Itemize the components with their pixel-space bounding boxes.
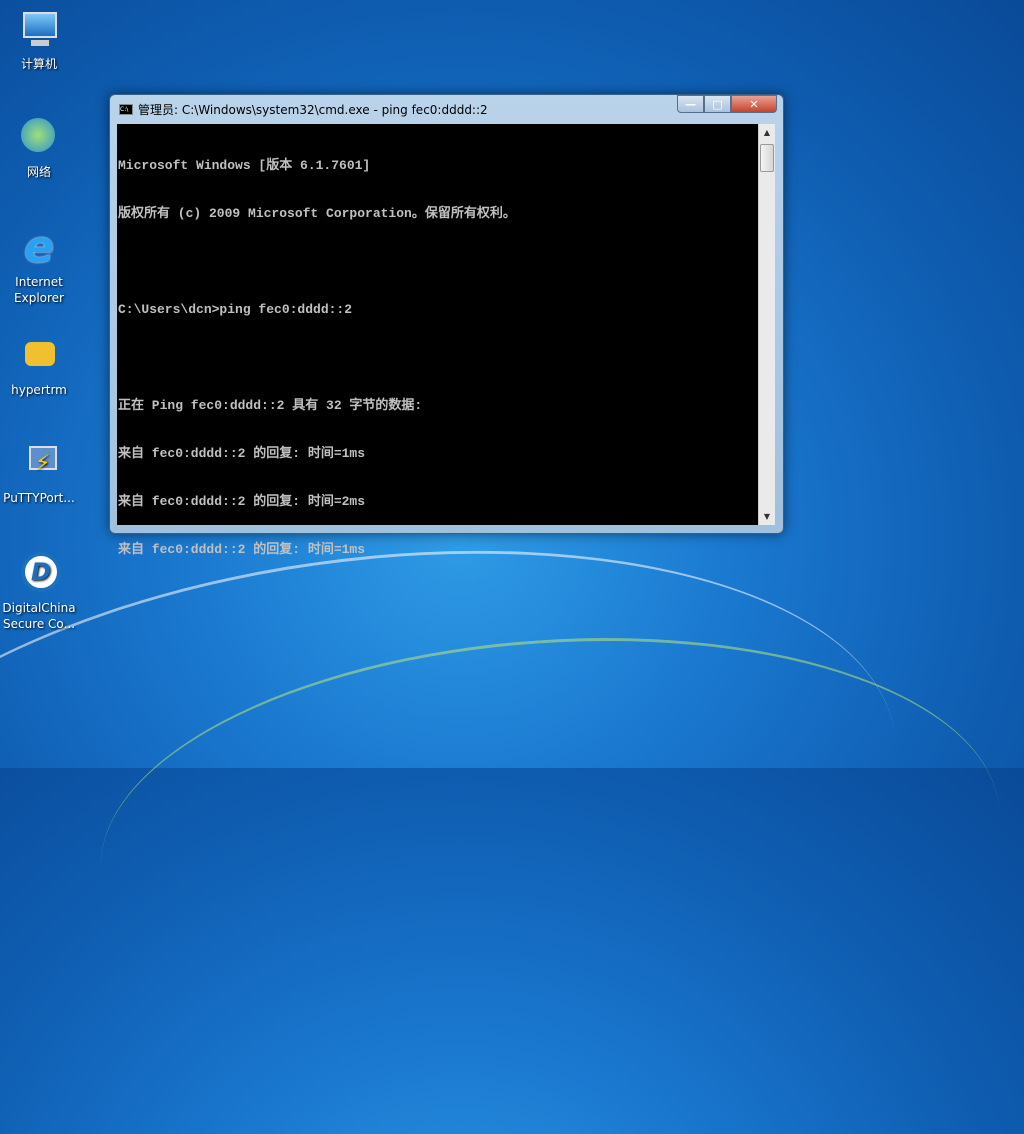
- icon-label: 网络: [26, 165, 51, 179]
- scroll-up-button[interactable]: ▲: [759, 124, 775, 141]
- desktop-icon-network[interactable]: 网络: [2, 116, 76, 180]
- icon-label: DigitalChina Secure Co...: [2, 601, 76, 631]
- internet-explorer-icon: e: [24, 222, 54, 273]
- scroll-thumb[interactable]: [760, 144, 774, 172]
- console-line: 版权所有 (c) 2009 Microsoft Corporation。保留所有…: [118, 206, 516, 221]
- desktop-icon-digitalchina[interactable]: D DigitalChina Secure Co...: [2, 552, 76, 632]
- icon-label: PuTTYPort...: [3, 491, 75, 505]
- console-line: Microsoft Windows [版本 6.1.7601]: [118, 158, 371, 173]
- desktop-icon-computer[interactable]: 计算机: [2, 8, 76, 72]
- console-line: 来自 fec0:dddd::2 的回复: 时间=1ms: [118, 446, 366, 461]
- icon-label: Internet Explorer: [14, 275, 64, 305]
- network-globe-icon: [17, 116, 61, 160]
- computer-icon: [17, 8, 61, 52]
- putty-icon: ⚡: [17, 442, 61, 486]
- vertical-scrollbar[interactable]: ▲ ▼: [758, 124, 775, 525]
- console-line: 来自 fec0:dddd::2 的回复: 时间=2ms: [118, 494, 366, 509]
- digitalchina-icon: D: [17, 552, 61, 596]
- console-line: C:\Users\dcn>ping fec0:dddd::2: [118, 302, 353, 317]
- window-title: 管理员: C:\Windows\system32\cmd.exe - ping …: [138, 103, 488, 117]
- console-line: 来自 fec0:dddd::2 的回复: 时间=1ms: [118, 542, 366, 557]
- hypertrm-phone-icon: [17, 334, 61, 378]
- scroll-down-button[interactable]: ▼: [759, 508, 775, 525]
- maximize-button[interactable]: □: [704, 95, 731, 113]
- icon-label: 计算机: [20, 57, 57, 71]
- icon-label: hypertrm: [11, 383, 67, 397]
- desktop-icon-putty[interactable]: ⚡ PuTTYPort...: [2, 442, 76, 506]
- minimize-button[interactable]: —: [677, 95, 704, 113]
- console-line: 正在 Ping fec0:dddd::2 具有 32 字节的数据:: [118, 398, 423, 413]
- cmd-window[interactable]: C:\ 管理员: C:\Windows\system32\cmd.exe - p…: [109, 94, 784, 557]
- desktop-icon-hypertrm[interactable]: hypertrm: [2, 334, 76, 398]
- desktop-icon-internet-explorer[interactable]: e Internet Explorer: [2, 226, 76, 306]
- console-output[interactable]: Microsoft Windows [版本 6.1.7601] 版权所有 (c)…: [117, 124, 758, 557]
- cmd-icon[interactable]: C:\: [119, 104, 133, 115]
- close-button[interactable]: ✕: [731, 95, 777, 113]
